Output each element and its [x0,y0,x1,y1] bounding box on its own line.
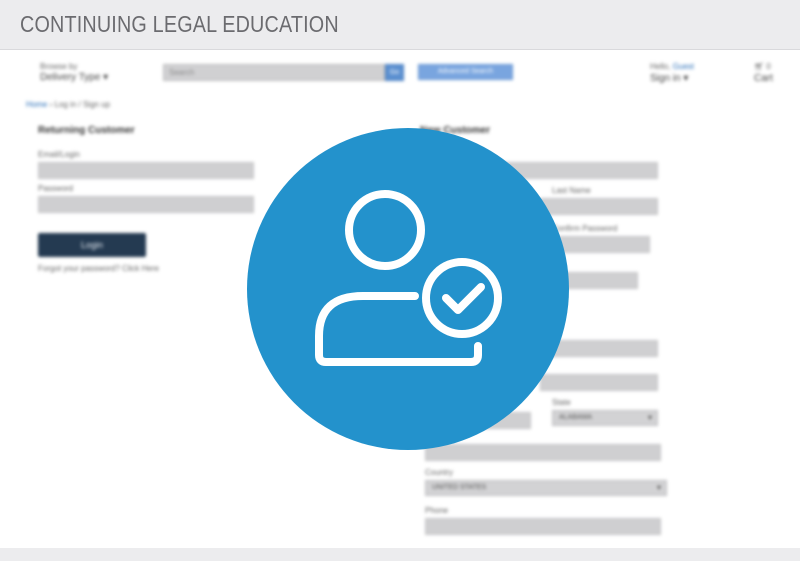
search-input[interactable]: Search [163,64,385,81]
cart-icon: 🛒︎ [754,62,767,71]
chevron-down-icon: ▾ [656,483,661,492]
country-value: UNITED STATES [432,484,487,491]
phone-field[interactable] [425,518,661,535]
advanced-search-button[interactable]: Advanced Search [418,64,513,80]
browse-by-label: Browse by [40,62,78,71]
country-select[interactable]: UNITED STATES ▾ [425,480,667,496]
guest-link[interactable]: Guest [673,62,694,71]
email-field[interactable] [38,162,254,179]
password-label: Password [38,184,74,193]
returning-customer-heading: Returning Customer [38,125,135,136]
breadcrumb: Home › Log in / Sign up [26,100,110,109]
sign-in-menu[interactable]: Sign in ▾ [650,73,688,84]
password-field[interactable] [38,196,254,213]
site-banner: CONTINUING LEGAL EDUCATION [0,0,800,50]
site-title: CONTINUING LEGAL EDUCATION [20,11,339,37]
bottom-strip [0,548,800,561]
login-button[interactable]: Login [38,233,146,257]
delivery-type-menu[interactable]: Delivery Type ▾ [40,72,108,83]
cart-count: 🛒︎ 0 [754,62,771,71]
forgot-password-link[interactable]: Forgot your password? Click Here [38,264,159,273]
phone-label: Phone [425,506,449,515]
search-button[interactable]: Go [385,64,404,81]
breadcrumb-current: Log in / Sign up [54,100,111,109]
user-check-icon [247,128,569,450]
chevron-down-icon: ▾ [647,413,652,422]
breadcrumb-separator: › [49,100,53,109]
cart-count-value: 0 [766,62,771,71]
hello-label: Hello, Guest [650,62,694,71]
overlay-circle-bg [247,128,569,450]
hello-text: Hello, [650,62,671,71]
breadcrumb-home[interactable]: Home [26,100,47,109]
email-label: Email/Login [38,150,80,159]
country-label: Country [425,468,454,477]
cart-link[interactable]: Cart [754,73,773,84]
